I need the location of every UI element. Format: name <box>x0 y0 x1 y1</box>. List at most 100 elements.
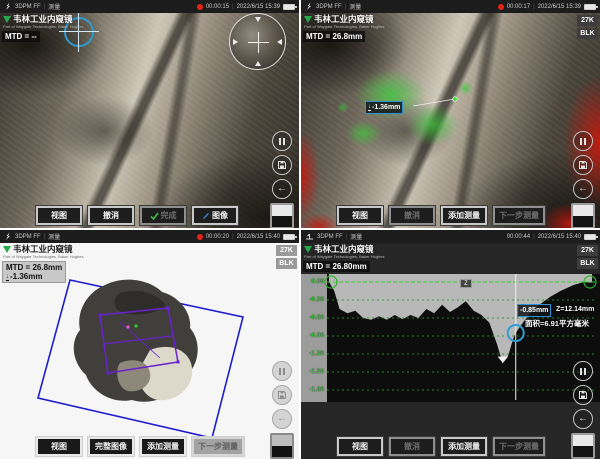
measurement-overlay <box>301 13 600 228</box>
magnifier-triangle-icon <box>255 17 261 22</box>
quadrant-point-cloud-view: 3DPM FF | 测量 00:00:20 | 2022/6/15 15:40 <box>0 230 299 459</box>
undo-button[interactable]: 撤消 <box>88 206 134 225</box>
save-icon <box>277 160 287 170</box>
y-tick: -1.50 <box>301 368 324 375</box>
blank-mode-badge: BLK <box>577 258 598 269</box>
menu-label[interactable]: 测量 <box>349 2 361 11</box>
pause-button[interactable] <box>272 361 292 381</box>
live-image[interactable] <box>301 13 600 228</box>
magnifier-window <box>229 13 286 70</box>
pause-icon <box>279 138 285 145</box>
next-measurement-button[interactable]: 下一步测量 <box>493 206 545 225</box>
brand-logo: 韦林工业内窥镜 Part of Waygate Technologies, Ba… <box>3 15 84 29</box>
datetime-label: 2022/6/15 15:39 <box>538 4 581 10</box>
view-button[interactable]: 视图 <box>36 437 82 456</box>
back-button[interactable] <box>573 409 593 429</box>
display-toggle[interactable] <box>571 203 595 228</box>
back-button[interactable] <box>573 179 593 199</box>
save-button[interactable] <box>272 155 292 175</box>
mode-label: 3DPM FF <box>317 234 343 240</box>
y-tick: -1.80 <box>301 386 324 393</box>
mode-label: 3DPM FF <box>316 4 342 10</box>
brand-logo: 韦林工业内窥镜 Part of Waygate Technologies, Ba… <box>304 15 385 29</box>
cursor-depth-label: -0.85mm <box>517 304 551 317</box>
battery-icon <box>584 234 596 240</box>
brand-title: 韦林工业内窥镜 <box>13 245 73 254</box>
next-measurement-button[interactable]: 下一步测量 <box>192 437 244 456</box>
battery-icon <box>584 4 596 10</box>
back-button[interactable] <box>272 409 292 429</box>
brand-logo: 韦林工业内窥镜 Part of Waygate Technologies, Ba… <box>304 245 385 259</box>
save-button[interactable] <box>573 385 593 405</box>
record-time: 00:00:17 <box>507 4 530 10</box>
display-toggle[interactable] <box>571 433 595 459</box>
blank-mode-badge: BLK <box>577 28 598 39</box>
status-bar: 3DPM FF | 测量 00:00:44 | 2022/6/15 15:40 <box>301 230 600 243</box>
depth-icon <box>368 105 371 111</box>
view-button[interactable]: 视图 <box>36 206 82 225</box>
pause-button[interactable] <box>272 131 292 151</box>
mtd-readout: MTD = 26.8mm -1.36mm <box>2 261 66 283</box>
record-icon <box>197 234 203 240</box>
next-measurement-button[interactable]: 下一步测量 <box>493 437 545 456</box>
full-image-button[interactable]: 完整图像 <box>88 437 134 456</box>
quadrant-depth-profile-view: 3DPM FF | 测量 00:00:44 | 2022/6/15 15:40 <box>301 230 600 459</box>
y-tick: 0.00 <box>301 278 324 285</box>
pause-icon <box>279 368 285 375</box>
brand-title: 韦林工业内窥镜 <box>314 15 374 24</box>
add-measurement-button[interactable]: 添加测量 <box>441 437 487 456</box>
brand-title: 韦林工业内窥镜 <box>314 245 374 254</box>
done-button[interactable]: 完成 <box>140 206 186 225</box>
brand-subtitle: Part of Waygate Technologies, Baker Hugh… <box>304 255 385 259</box>
gesture-icon <box>4 232 12 241</box>
record-time: 00:00:44 <box>507 234 530 240</box>
add-measurement-button[interactable]: 添加测量 <box>140 437 186 456</box>
status-bar: 3DPM FF | 测量 00:00:15 | 2022/6/15 15:39 <box>0 0 299 13</box>
logo-triangle-icon <box>304 246 312 253</box>
battery-icon <box>283 234 295 240</box>
add-measurement-button[interactable]: 添加测量 <box>441 206 487 225</box>
save-button[interactable] <box>272 385 292 405</box>
measurement-point[interactable] <box>453 97 457 101</box>
display-toggle[interactable] <box>270 433 294 459</box>
image-button[interactable]: 图像 <box>192 206 238 225</box>
pause-icon <box>580 138 586 145</box>
undo-button[interactable]: 撤消 <box>389 437 435 456</box>
y-tick: -0.60 <box>301 314 324 321</box>
datetime-label: 2022/6/15 15:39 <box>237 4 280 10</box>
brand-subtitle: Part of Waygate Technologies, Baker Hugh… <box>304 25 385 29</box>
menu-label[interactable]: 测量 <box>48 2 60 11</box>
mode-label: 3DPM FF <box>15 4 41 10</box>
depth-measurement-label[interactable]: -1.36mm <box>365 101 403 114</box>
mtd-readout: MTD = 26.80mm <box>303 261 370 272</box>
record-time: 00:00:15 <box>206 4 229 10</box>
logo-triangle-icon <box>304 16 312 23</box>
view-button[interactable]: 视图 <box>337 206 383 225</box>
view-button[interactable]: 视图 <box>337 437 383 456</box>
z-axis-marker: Z <box>460 279 472 288</box>
datetime-label: 2022/6/15 15:40 <box>538 234 581 240</box>
pause-button[interactable] <box>573 131 593 151</box>
menu-label[interactable]: 测量 <box>350 232 362 241</box>
magnifier-triangle-icon <box>255 61 261 66</box>
brand-logo: 韦林工业内窥镜 Part of Waygate Technologies, Ba… <box>3 245 84 259</box>
record-icon <box>197 4 203 10</box>
magnifier-triangle-icon <box>277 39 282 45</box>
display-toggle[interactable] <box>270 203 294 228</box>
back-button[interactable] <box>272 179 292 199</box>
y-tick: -0.30 <box>301 296 324 303</box>
logo-triangle-icon <box>3 16 11 23</box>
battery-icon <box>283 4 295 10</box>
pause-button[interactable] <box>573 361 593 381</box>
resolution-badge: 27K <box>276 245 297 256</box>
brand-subtitle: Part of Waygate Technologies, Baker Hugh… <box>3 255 84 259</box>
gesture-icon <box>4 2 12 11</box>
resolution-badge: 27K <box>577 15 598 26</box>
save-button[interactable] <box>573 155 593 175</box>
record-icon <box>498 4 504 10</box>
gesture-icon <box>305 2 313 11</box>
undo-button[interactable]: 撤消 <box>389 206 435 225</box>
menu-label[interactable]: 测量 <box>48 232 60 241</box>
save-icon <box>578 160 588 170</box>
status-bar: 3DPM FF | 测量 00:00:17 | 2022/6/15 15:39 <box>301 0 600 13</box>
